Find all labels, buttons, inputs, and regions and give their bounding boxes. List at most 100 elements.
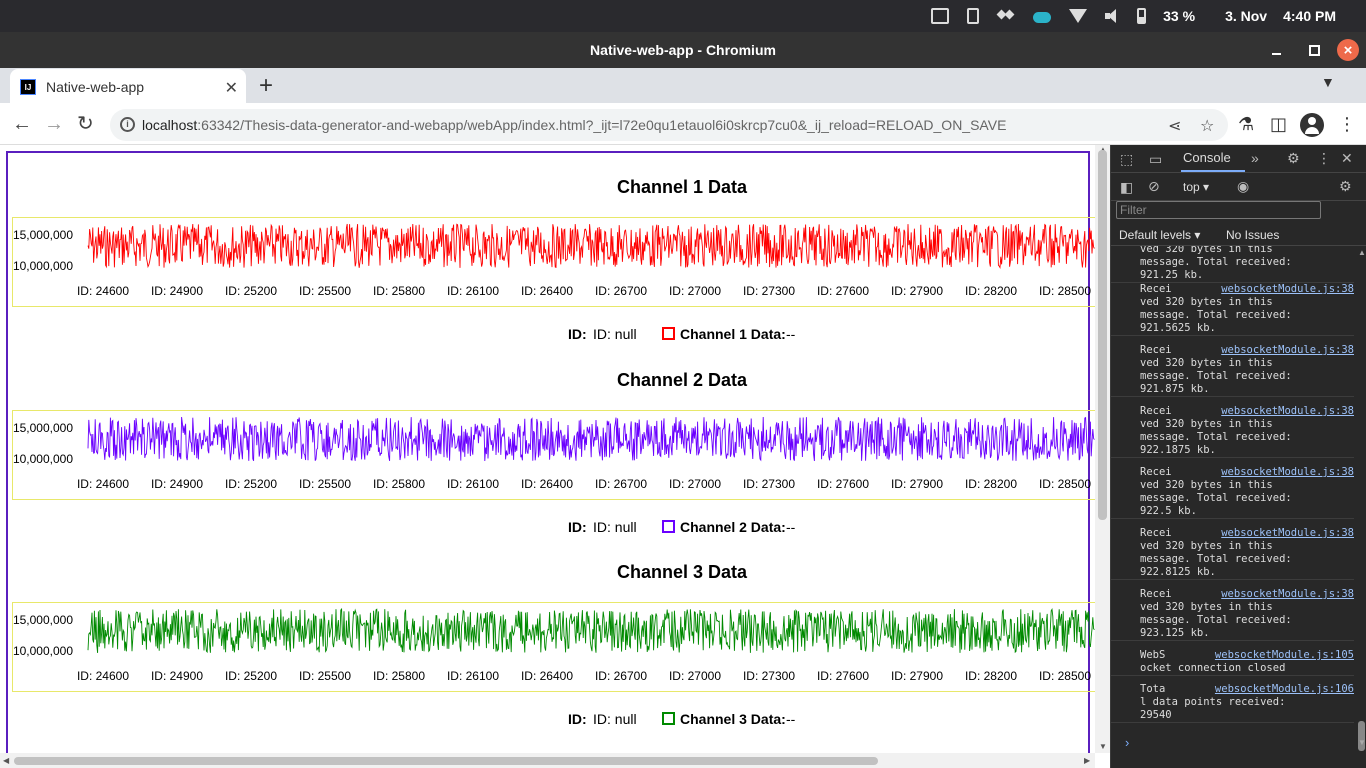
date[interactable]: 3. Nov [1225,8,1267,24]
x-tick-label: ID: 26100 [447,477,499,491]
console-message-line: ved 320 bytes in this [1140,296,1273,308]
x-tick-label: ID: 27900 [891,669,943,683]
battery-level: 33 % [1163,8,1196,24]
vertical-scroll-thumb[interactable] [1098,150,1107,520]
side-panel-icon[interactable]: ◫ [1270,114,1287,134]
close-tab-icon[interactable]: ✕ [225,78,238,98]
console-message-line: ved 320 bytes in this [1140,357,1273,369]
console-source-link[interactable]: websocketModule.js:38 [1221,588,1354,601]
console-message-line: ocket connection closed [1140,662,1286,674]
x-tick-label: ID: 26400 [521,284,573,298]
bookmark-star-icon[interactable]: ☆ [1200,119,1214,135]
settings-gear-icon[interactable]: ⚙ [1287,151,1300,165]
channel-chart[interactable]: 15,000,000 10,000,000 ID: 24600 ID: 24900 ID… [12,217,1102,307]
dropbox-icon[interactable] [997,8,1015,24]
vertical-scrollbar[interactable]: ▲ ▼ [1095,145,1110,753]
x-tick-label: ID: 27300 [743,284,795,298]
horizontal-scrollbar[interactable]: ◀ ▶ [0,753,1095,768]
console-source-link[interactable]: websocketModule.js:38 [1221,466,1354,479]
close-window-button[interactable]: × [1337,39,1359,61]
channel-chart[interactable]: 15,000,000 10,000,000 ID: 24600 ID: 24900 ID… [12,602,1102,692]
forward-button[interactable]: → [44,113,64,135]
browser-menu-icon[interactable]: ⋮ [1338,114,1356,134]
devtools-menu-icon[interactable]: ⋮ [1317,151,1331,165]
x-tick-label: ID: 24900 [151,284,203,298]
console-scrollbar[interactable]: ▲ ▼ [1356,246,1366,756]
console-filter-input[interactable]: Filter [1116,201,1321,219]
console-message: Recei ved 320 bytes in this message. Total… [1111,283,1354,336]
console-message: Recei ved 320 bytes in this message. Total… [1111,344,1354,397]
reload-button[interactable]: ↻ [77,113,94,135]
more-tabs-icon[interactable]: » [1251,151,1259,165]
minimize-button[interactable] [1272,32,1288,68]
console-source-link[interactable]: websocketModule.js:38 [1221,283,1354,296]
x-tick-label: ID: 24600 [77,477,129,491]
context-label: top [1183,180,1200,194]
console-source-link[interactable]: websocketModule.js:38 [1221,405,1354,418]
id-value: ID: null [593,519,637,535]
console-message: WebS ocket connection closed websocketModu… [1111,649,1354,676]
y-tick-label: 15,000,000 [13,421,73,435]
battery-icon[interactable] [1137,8,1147,24]
share-icon[interactable]: ⋖ [1168,119,1181,135]
tab-console[interactable]: Console [1183,150,1231,165]
sidebar-toggle-icon[interactable]: ◧ [1120,180,1133,194]
console-message: Recei ved 320 bytes in this message. Total… [1111,527,1354,580]
console-source-link[interactable]: websocketModule.js:38 [1221,344,1354,357]
y-tick-label: 15,000,000 [13,228,73,242]
close-devtools-icon[interactable]: ✕ [1341,151,1353,165]
console-source-link[interactable]: websocketModule.js:106 [1215,683,1354,696]
tab-strip: IJ Native-web-app ✕ + ▼ [0,68,1366,104]
wifi-icon[interactable] [1069,9,1088,23]
url-host: localhost [142,117,198,133]
x-tick-label: ID: 28200 [965,669,1017,683]
context-selector[interactable]: top ▾ [1183,180,1209,194]
channel-waveform: 15,000,000 10,000,000 ID: 24600 ID: 24900 ID… [13,416,1095,491]
console-prompt[interactable]: › [1125,735,1129,750]
console-source-link[interactable]: websocketModule.js:38 [1221,527,1354,540]
window-switcher-icon[interactable] [931,8,950,24]
x-tick-label: ID: 25200 [225,477,277,491]
device-toolbar-icon[interactable]: ▭ [1149,152,1162,166]
x-tick-label: ID: 26400 [521,669,573,683]
console-message: Recei ved 320 bytes in this message. Total… [1111,588,1354,641]
console-message-line: 923.125 kb. [1140,627,1210,639]
log-levels-dropdown[interactable]: Default levels ▾ [1119,228,1200,242]
horizontal-scroll-thumb[interactable] [14,757,878,765]
address-bar[interactable]: i localhost:63342/Thesis-data-generator-… [110,109,1228,141]
channel-chart[interactable]: 15,000,000 10,000,000 ID: 24600 ID: 24900 ID… [12,410,1102,500]
channel-waveform: 15,000,000 10,000,000 ID: 24600 ID: 24900 ID… [13,223,1095,298]
clock[interactable]: 4:40 PM [1283,8,1336,24]
extension-flask-icon[interactable]: ⚗ [1238,114,1254,134]
y-tick-label: 15,000,000 [13,613,73,627]
clear-console-icon[interactable]: ⊘ [1148,179,1160,193]
console-message-line: 922.1875 kb. [1140,444,1216,456]
tab-search-chevron-icon[interactable]: ▼ [1321,74,1335,90]
maximize-button[interactable] [1309,32,1325,68]
console-source-link[interactable]: websocketModule.js:105 [1215,649,1354,662]
clipboard-icon[interactable] [967,8,980,24]
legend-checkbox[interactable] [662,520,675,533]
x-tick-label: ID: 27300 [743,669,795,683]
site-info-icon[interactable]: i [120,117,135,132]
x-tick-label: ID: 27000 [669,669,721,683]
browser-tab[interactable]: IJ Native-web-app ✕ [10,69,246,104]
live-expression-eye-icon[interactable]: ◉ [1237,179,1249,193]
console-message: Recei ved 320 bytes in this message. Total… [1111,405,1354,458]
new-tab-button[interactable]: + [259,72,273,100]
toolbar: ← → ↻ i localhost:63342/Thesis-data-gene… [0,105,1366,145]
volume-icon[interactable] [1105,8,1119,24]
profile-avatar[interactable] [1300,113,1324,137]
channel-data-value: -- [786,519,796,535]
inspect-element-icon[interactable]: ⬚ [1120,152,1133,166]
y-tick-label: 10,000,000 [13,452,73,466]
legend-checkbox[interactable] [662,712,675,725]
cloud-sync-icon[interactable] [1033,11,1052,23]
issues-indicator[interactable]: No Issues [1226,228,1279,242]
id-label: ID: [568,711,587,727]
console-settings-icon[interactable]: ⚙ [1339,179,1352,193]
console-message-line: 922.8125 kb. [1140,566,1216,578]
console-message: ved 320 bytes in this message. Total rece… [1111,246,1354,283]
legend-checkbox[interactable] [662,327,675,340]
back-button[interactable]: ← [12,113,32,135]
